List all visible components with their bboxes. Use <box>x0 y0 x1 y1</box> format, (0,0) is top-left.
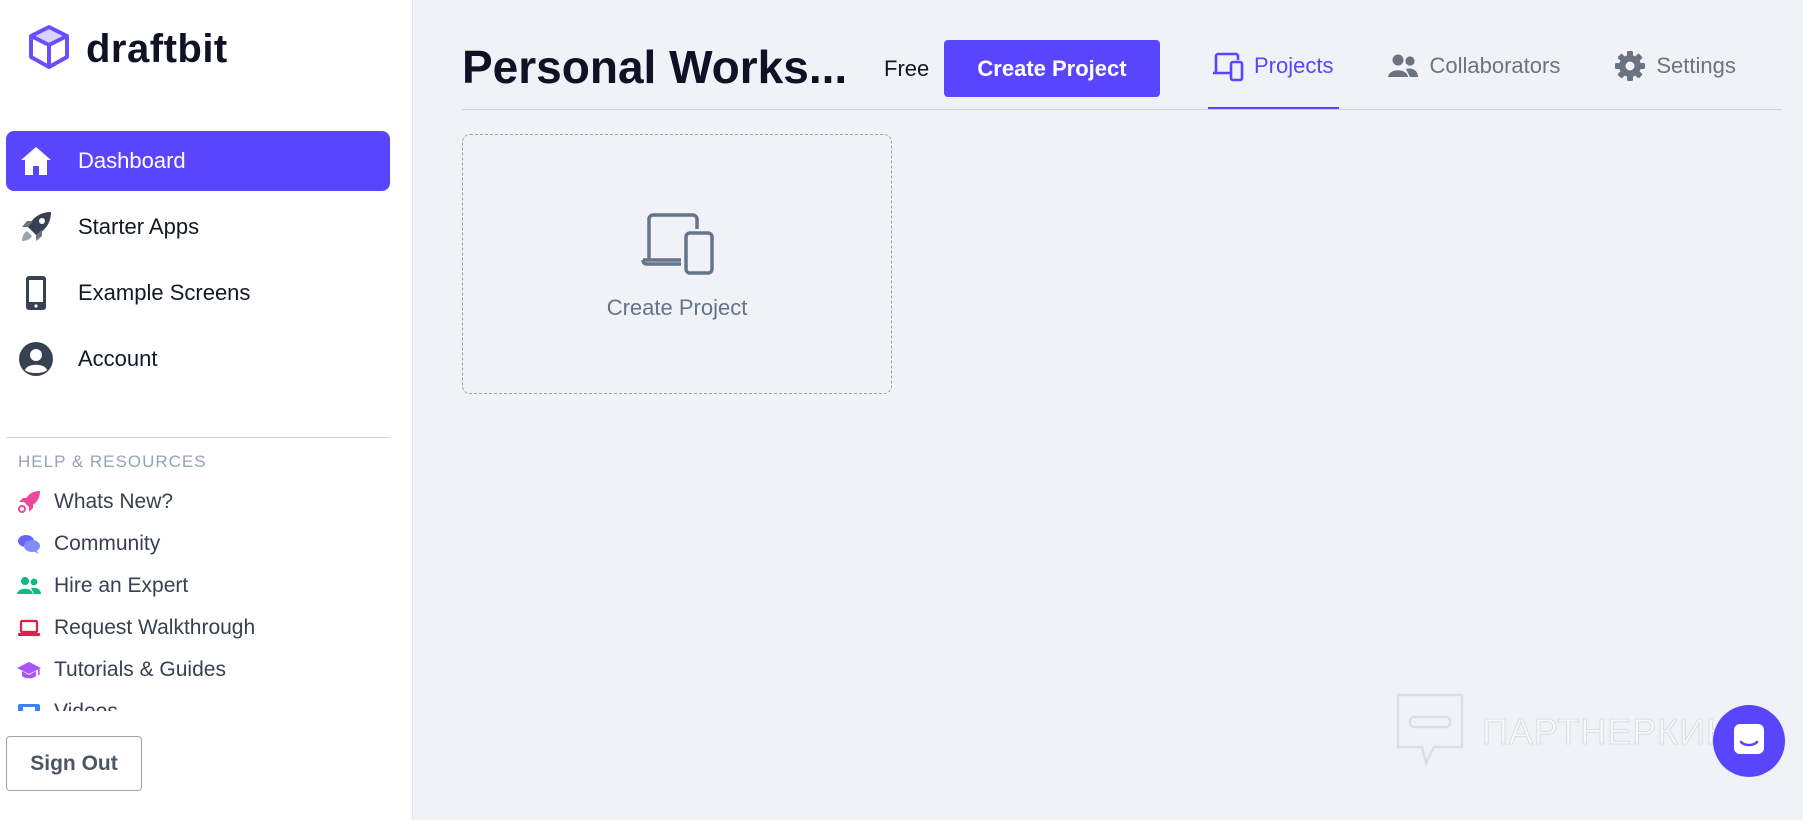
sidebar-item-label: Account <box>78 346 158 371</box>
rocket-icon <box>16 489 42 515</box>
rocket-icon <box>18 209 54 245</box>
sidebar-item-label: Dashboard <box>78 148 186 173</box>
help-item-label: Videos <box>54 700 118 711</box>
tab-label: Collaborators <box>1429 53 1561 78</box>
help-item-tutorials[interactable]: Tutorials & Guides <box>16 649 386 691</box>
sidebar-nav: Dashboard Starter Apps Example Screens A… <box>6 131 390 395</box>
cube-logo-icon <box>26 24 72 75</box>
create-project-card[interactable]: Create Project <box>462 134 892 394</box>
tab-projects[interactable]: Projects <box>1208 44 1340 110</box>
logo-text: draftbit <box>86 27 228 71</box>
page-title: Personal Works... <box>462 41 848 93</box>
sidebar: draftbit Dashboard Starter Apps Example … <box>0 0 413 820</box>
help-item-label: Whats New? <box>54 490 174 513</box>
help-item-whats-new[interactable]: Whats New? <box>16 481 386 523</box>
chat-launcher-button[interactable] <box>1713 705 1785 777</box>
chat-icon <box>1731 721 1767 762</box>
plan-badge: Free <box>884 56 930 81</box>
tab-label: Projects <box>1254 53 1334 78</box>
users-icon <box>1387 50 1419 82</box>
sidebar-item-label: Starter Apps <box>78 214 200 239</box>
chat-bubbles-icon <box>16 531 42 557</box>
watermark-text: ПАРТНЕРКИН <box>1481 710 1734 752</box>
help-item-label: Tutorials & Guides <box>54 658 226 681</box>
help-list: Whats New? Community Hire an Expert Requ… <box>16 481 386 711</box>
help-item-request-walkthrough[interactable]: Request Walkthrough <box>16 607 386 649</box>
watermark: ПАРТНЕРКИН <box>1394 691 1733 772</box>
create-project-button[interactable]: Create Project <box>944 40 1160 97</box>
home-icon <box>18 143 54 179</box>
create-project-card-label: Create Project <box>606 295 748 320</box>
devices-icon <box>641 213 715 280</box>
logo[interactable]: draftbit <box>26 24 228 75</box>
sign-out-button[interactable]: Sign Out <box>6 736 142 791</box>
help-item-label: Request Walkthrough <box>54 616 256 639</box>
tab-collaborators[interactable]: Collaborators <box>1383 44 1566 110</box>
phone-icon <box>18 275 54 311</box>
help-item-community[interactable]: Community <box>16 523 386 565</box>
sidebar-item-starter-apps[interactable]: Starter Apps <box>6 197 390 257</box>
speech-bubble-logo-icon <box>1394 691 1466 772</box>
help-item-label: Hire an Expert <box>54 574 189 597</box>
tab-settings[interactable]: Settings <box>1610 44 1742 110</box>
sidebar-divider <box>6 437 390 438</box>
devices-icon <box>1212 50 1244 82</box>
help-item-label: Community <box>54 532 161 555</box>
tab-label: Settings <box>1656 53 1736 78</box>
help-heading: HELP & RESOURCES <box>18 452 207 471</box>
user-circle-icon <box>18 341 54 377</box>
sidebar-item-dashboard[interactable]: Dashboard <box>6 131 390 191</box>
sidebar-item-example-screens[interactable]: Example Screens <box>6 263 390 323</box>
help-item-videos[interactable]: Videos <box>16 691 386 711</box>
sidebar-item-label: Example Screens <box>78 280 251 305</box>
film-icon <box>16 699 42 711</box>
tab-bar: Projects Collaborators Settings <box>1208 44 1786 110</box>
gear-icon <box>1614 50 1646 82</box>
users-icon <box>16 573 42 599</box>
header-divider <box>462 109 1782 110</box>
help-item-hire-expert[interactable]: Hire an Expert <box>16 565 386 607</box>
sidebar-item-account[interactable]: Account <box>6 329 390 389</box>
graduation-cap-icon <box>16 657 42 683</box>
laptop-icon <box>16 615 42 641</box>
